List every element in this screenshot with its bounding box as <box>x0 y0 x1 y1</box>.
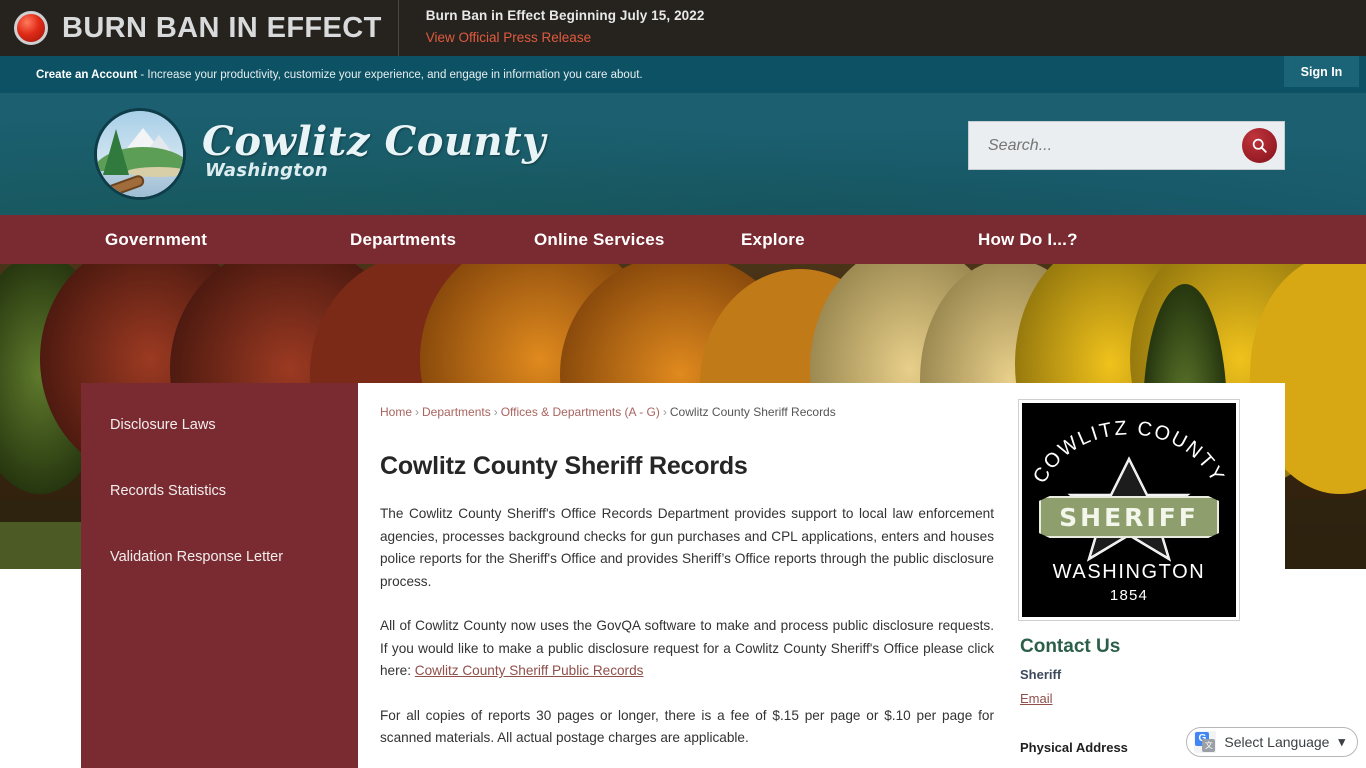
breadcrumb-separator: › <box>662 405 667 419</box>
chevron-down-icon: ▾ <box>1338 734 1345 749</box>
page-title: Cowlitz County Sheriff Records <box>380 452 748 480</box>
search-input[interactable] <box>969 122 1284 169</box>
breadcrumb-separator: › <box>493 405 498 419</box>
select-language-label: Select Language <box>1224 734 1330 750</box>
select-language-widget[interactable]: G 文 Select Language ▾ <box>1186 727 1358 757</box>
site-search <box>968 121 1285 170</box>
paragraph-overview: The Cowlitz County Sheriff's Office Reco… <box>380 506 994 589</box>
nav-item-departments[interactable]: Departments <box>350 230 534 250</box>
nav-item-how-do-i[interactable]: How Do I...? <box>978 230 1078 250</box>
badge-state-text: WASHINGTON <box>1052 561 1206 583</box>
create-account-link[interactable]: Create an Account <box>36 69 137 81</box>
breadcrumb-current: Cowlitz County Sheriff Records <box>669 405 836 419</box>
breadcrumb-departments[interactable]: Departments <box>422 405 491 419</box>
site-brand-subtitle: Washington <box>205 160 328 181</box>
nav-item-online-services[interactable]: Online Services <box>534 230 741 250</box>
site-brand-name[interactable]: Cowlitz County <box>202 118 546 165</box>
main-navigation: Government Departments Online Services E… <box>0 215 1366 264</box>
public-records-link[interactable]: Cowlitz County Sheriff Public Records <box>415 663 644 678</box>
cowlitz-county-seal-icon[interactable] <box>94 108 186 200</box>
nav-item-government[interactable]: Government <box>105 230 350 250</box>
badge-ribbon-text: SHERIFF <box>1059 502 1199 532</box>
breadcrumb-home[interactable]: Home <box>380 405 412 419</box>
page-content: Disclosure Laws Records Statistics Valid… <box>81 383 1285 768</box>
contact-department-name: Sheriff <box>1020 667 1062 682</box>
contact-email-link[interactable]: Email <box>1020 691 1053 706</box>
sign-in-button[interactable]: Sign In <box>1284 56 1359 87</box>
seal-tree <box>103 129 129 175</box>
search-button[interactable] <box>1242 128 1277 163</box>
sheriff-ribbon: SHERIFF <box>1039 496 1219 538</box>
paragraph-fees: For all copies of reports 30 pages or lo… <box>380 707 994 746</box>
alert-detail: Burn Ban in Effect Beginning July 15, 20… <box>399 7 705 49</box>
contact-us-heading: Contact Us <box>1020 636 1121 657</box>
sheriff-badge-frame: COWLITZ COUNTY SHERIFF WASHINGTON 1854 <box>1018 399 1240 621</box>
sheriff-badge-image: COWLITZ COUNTY SHERIFF WASHINGTON 1854 <box>1022 403 1236 617</box>
sidebar-item-disclosure-laws[interactable]: Disclosure Laws <box>81 417 358 433</box>
sidebar-item-records-statistics[interactable]: Records Statistics <box>81 483 358 499</box>
breadcrumb-separator: › <box>415 405 420 419</box>
search-icon <box>1252 138 1267 153</box>
create-account-bar: Create an Account - Increase your produc… <box>0 56 1366 93</box>
alert-banner-left: BURN BAN IN EFFECT <box>0 0 399 56</box>
page-sidebar: Disclosure Laws Records Statistics Valid… <box>81 383 358 768</box>
main-column: Home › Departments › Offices & Departments (… <box>358 383 1018 768</box>
main-panel: Home › Departments › Offices & Departments (… <box>358 383 1285 768</box>
alert-banner-title: BURN BAN IN EFFECT <box>62 11 382 44</box>
nav-item-explore[interactable]: Explore <box>741 230 978 250</box>
sidebar-item-validation-response-letter[interactable]: Validation Response Letter <box>81 549 358 565</box>
create-account-message: Create an Account - Increase your produc… <box>36 69 643 81</box>
badge-year-text: 1854 <box>1109 587 1149 604</box>
alert-headline: Burn Ban in Effect Beginning July 15, 20… <box>425 8 705 24</box>
nav-item-list: Government Departments Online Services E… <box>105 230 1350 250</box>
google-translate-icon-back: 文 <box>1202 739 1216 752</box>
right-rail: COWLITZ COUNTY SHERIFF WASHINGTON 1854 C… <box>1018 383 1285 768</box>
create-account-text: - Increase your productivity, customize … <box>137 68 643 81</box>
burn-ban-alert-bar: BURN BAN IN EFFECT Burn Ban in Effect Be… <box>0 0 1366 56</box>
red-circle-icon <box>14 11 48 45</box>
paragraph-govqa: All of Cowlitz County now uses the GovQA… <box>380 615 994 683</box>
google-translate-icon: G 文 <box>1194 731 1217 753</box>
view-press-release-link[interactable]: View Official Press Release <box>426 29 591 47</box>
breadcrumb-offices-departments[interactable]: Offices & Departments (A - G) <box>501 405 660 419</box>
breadcrumb: Home › Departments › Offices & Departments (… <box>380 405 1018 419</box>
